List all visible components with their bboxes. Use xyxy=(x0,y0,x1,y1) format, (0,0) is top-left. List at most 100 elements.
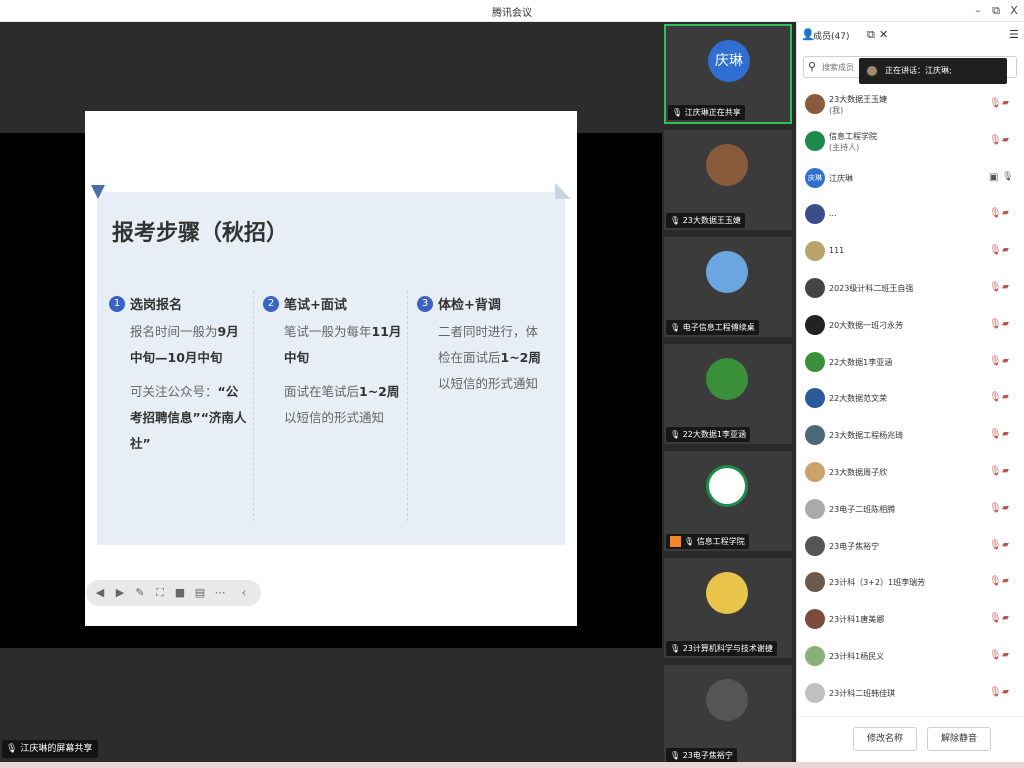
camera-off-icon[interactable]: ▰ xyxy=(1002,687,1009,697)
video-tile[interactable]: 🎙 22大数据1李亚涵 xyxy=(664,344,792,444)
mic-muted-icon[interactable]: 🎙 xyxy=(989,98,1002,109)
unmute-all-button[interactable]: 解除静音 xyxy=(927,727,991,751)
member-row[interactable]: 23电子二班陈相腾 🎙 ▰ xyxy=(797,491,1024,527)
member-row[interactable]: 22大数据1李亚涵 🎙 ▰ xyxy=(797,344,1024,380)
camera-off-icon[interactable]: ▰ xyxy=(1002,392,1009,402)
member-row[interactable]: 23计科1杨民义 🎙 ▰ xyxy=(797,638,1024,674)
mic-muted-icon[interactable]: 🎙 xyxy=(989,613,1002,624)
step-number: 2 xyxy=(263,295,279,312)
camera-off-icon[interactable]: ▰ xyxy=(1002,540,1009,550)
video-tile[interactable]: 🎙 23大数据王玉婕 xyxy=(664,130,792,230)
mic-muted-icon[interactable]: 🎙 xyxy=(989,392,1002,403)
mic-muted-icon[interactable]: 🎙 xyxy=(989,208,1002,219)
member-row[interactable]: 23计科二班韩佳琪 🎙 ▰ xyxy=(797,675,1024,711)
member-row[interactable]: 23大数据王玉婕 (我) 🎙 ▰ xyxy=(797,86,1024,122)
mic-icon: 🎙 xyxy=(672,108,683,117)
camera-off-icon[interactable]: ▰ xyxy=(1002,319,1009,329)
mic-muted-icon[interactable]: 🎙 xyxy=(989,650,1002,661)
pen-icon[interactable]: ✎ xyxy=(132,585,148,601)
mic-muted-icon: 🎙 xyxy=(670,751,681,760)
search-input[interactable] xyxy=(822,60,862,74)
mic-muted-icon[interactable]: 🎙 xyxy=(989,135,1002,146)
member-row[interactable]: 23大数据工程杨兆琦 🎙 ▰ xyxy=(797,417,1024,453)
mic-muted-icon[interactable]: 🎙 xyxy=(989,319,1002,330)
mic-muted-icon[interactable]: 🎙 xyxy=(989,687,1002,698)
member-row[interactable]: 22大数据范文荣 🎙 ▰ xyxy=(797,380,1024,416)
mic-muted-icon[interactable]: 🎙 xyxy=(989,356,1002,367)
close-window-button[interactable]: X xyxy=(1006,3,1022,19)
camera-off-icon[interactable]: ▰ xyxy=(1002,613,1009,623)
rename-button[interactable]: 修改名称 xyxy=(853,727,917,751)
member-row[interactable]: 庆琳 江庆琳 ▣ 🎙 xyxy=(797,160,1024,196)
member-row[interactable]: 23计科1唐美娜 🎙 ▰ xyxy=(797,601,1024,637)
camera-off-icon[interactable]: ▰ xyxy=(1002,650,1009,660)
avatar xyxy=(805,388,825,409)
mic-muted-icon[interactable]: 🎙 xyxy=(989,576,1002,587)
tile-label: 🎙 23电子焦裕宁 xyxy=(666,748,737,763)
camera-off-icon[interactable]: ▰ xyxy=(1002,282,1009,292)
mic-muted-icon[interactable]: 🎙 xyxy=(989,466,1002,477)
avatar xyxy=(805,94,825,114)
camera-off-icon[interactable]: ▰ xyxy=(1002,356,1009,366)
collapse-toolbar-icon[interactable]: ‹ xyxy=(236,585,252,601)
camera-off-icon[interactable]: ▰ xyxy=(1002,135,1009,145)
subtitle-icon[interactable]: ▤ xyxy=(192,585,208,601)
popout-icon[interactable]: ⧉ xyxy=(867,28,875,42)
step-text: 报名时间一般为9月中旬—10月中旬 xyxy=(130,324,239,365)
mic-muted-icon[interactable]: 🎙 xyxy=(989,429,1002,440)
member-name: 23计科二班韩佳琪 xyxy=(829,688,896,698)
step-title: 笔试+面试 xyxy=(284,298,347,313)
focus-icon[interactable]: ⛶ xyxy=(152,585,168,601)
restore-button[interactable]: ⧉ xyxy=(988,3,1004,19)
previous-slide-icon[interactable]: ◀ xyxy=(92,585,108,601)
page-fold-icon xyxy=(555,183,571,199)
more-icon[interactable]: ⋯ xyxy=(212,585,228,601)
menu-icon[interactable]: ☰ xyxy=(1009,28,1019,41)
member-row[interactable]: 2023级计科二班王自强 🎙 ▰ xyxy=(797,270,1024,306)
minimize-button[interactable]: – xyxy=(970,3,986,19)
mic-icon: 🎙 xyxy=(6,744,18,754)
title-bar: 腾讯会议 – ⧉ X xyxy=(0,0,1024,22)
close-panel-icon[interactable]: ✕ xyxy=(879,28,888,41)
avatar xyxy=(706,358,748,400)
camera-off-icon[interactable]: ▰ xyxy=(1002,576,1009,586)
avatar xyxy=(805,204,825,225)
mic-muted-icon[interactable]: 🎙 xyxy=(989,503,1002,514)
video-tile[interactable]: 🎙 23电子焦裕宁 xyxy=(664,665,792,765)
camera-off-icon[interactable]: ▰ xyxy=(1002,429,1009,439)
avatar xyxy=(805,572,825,593)
camera-off-icon[interactable]: ▰ xyxy=(1002,98,1009,108)
member-name: ... xyxy=(829,209,837,219)
member-row[interactable]: 23计科（3+2）1班李瑞芳 🎙 ▰ xyxy=(797,564,1024,600)
mic-muted-icon[interactable]: 🎙 xyxy=(989,282,1002,293)
video-tile[interactable]: 🎙 电子信息工程傅续桌 xyxy=(664,237,792,337)
mic-muted-icon[interactable]: 🎙 xyxy=(989,245,1002,256)
member-role: (我) xyxy=(829,106,844,115)
mic-muted-icon: 🎙 xyxy=(670,323,681,332)
screen-share-icon[interactable]: ▣ xyxy=(989,172,998,183)
video-tile[interactable]: 庆琳 🎙 江庆琳正在共享 xyxy=(664,24,792,124)
member-row[interactable]: 111 🎙 ▰ xyxy=(797,233,1024,269)
member-row[interactable]: 20大数据一班刁永芳 🎙 ▰ xyxy=(797,307,1024,343)
mic-muted-icon[interactable]: 🎙 xyxy=(989,540,1002,551)
presentation-slide: 报考步骤（秋招） 1 选岗报名 报名时间一般为9月中旬—10月中旬 可关注公众号：… xyxy=(85,111,577,626)
mic-icon[interactable]: 🎙 xyxy=(1002,172,1013,182)
step-number: 3 xyxy=(417,295,433,312)
camera-off-icon[interactable]: ▰ xyxy=(1002,245,1009,255)
avatar xyxy=(805,682,825,703)
member-name: 信息工程学院 xyxy=(829,131,877,141)
member-row[interactable]: 23电子焦裕宁 🎙 ▰ xyxy=(797,528,1024,564)
member-name: 23电子焦裕宁 xyxy=(829,541,880,551)
camera-icon[interactable]: ■ xyxy=(172,585,188,601)
video-tile[interactable]: 🎙 信息工程学院 xyxy=(664,451,792,551)
member-row[interactable]: 信息工程学院 (主持人) 🎙 ▰ xyxy=(797,123,1024,159)
camera-off-icon[interactable]: ▰ xyxy=(1002,466,1009,476)
camera-off-icon[interactable]: ▰ xyxy=(1002,208,1009,218)
video-tile[interactable]: 🎙 23计算机科学与技术谢捷 xyxy=(664,558,792,658)
camera-off-icon[interactable]: ▰ xyxy=(1002,503,1009,513)
avatar xyxy=(706,465,748,507)
member-row[interactable]: ... 🎙 ▰ xyxy=(797,196,1024,232)
member-row[interactable]: 23大数据周子欣 🎙 ▰ xyxy=(797,454,1024,490)
next-slide-icon[interactable]: ▶ xyxy=(112,585,128,601)
host-icon xyxy=(670,536,681,547)
